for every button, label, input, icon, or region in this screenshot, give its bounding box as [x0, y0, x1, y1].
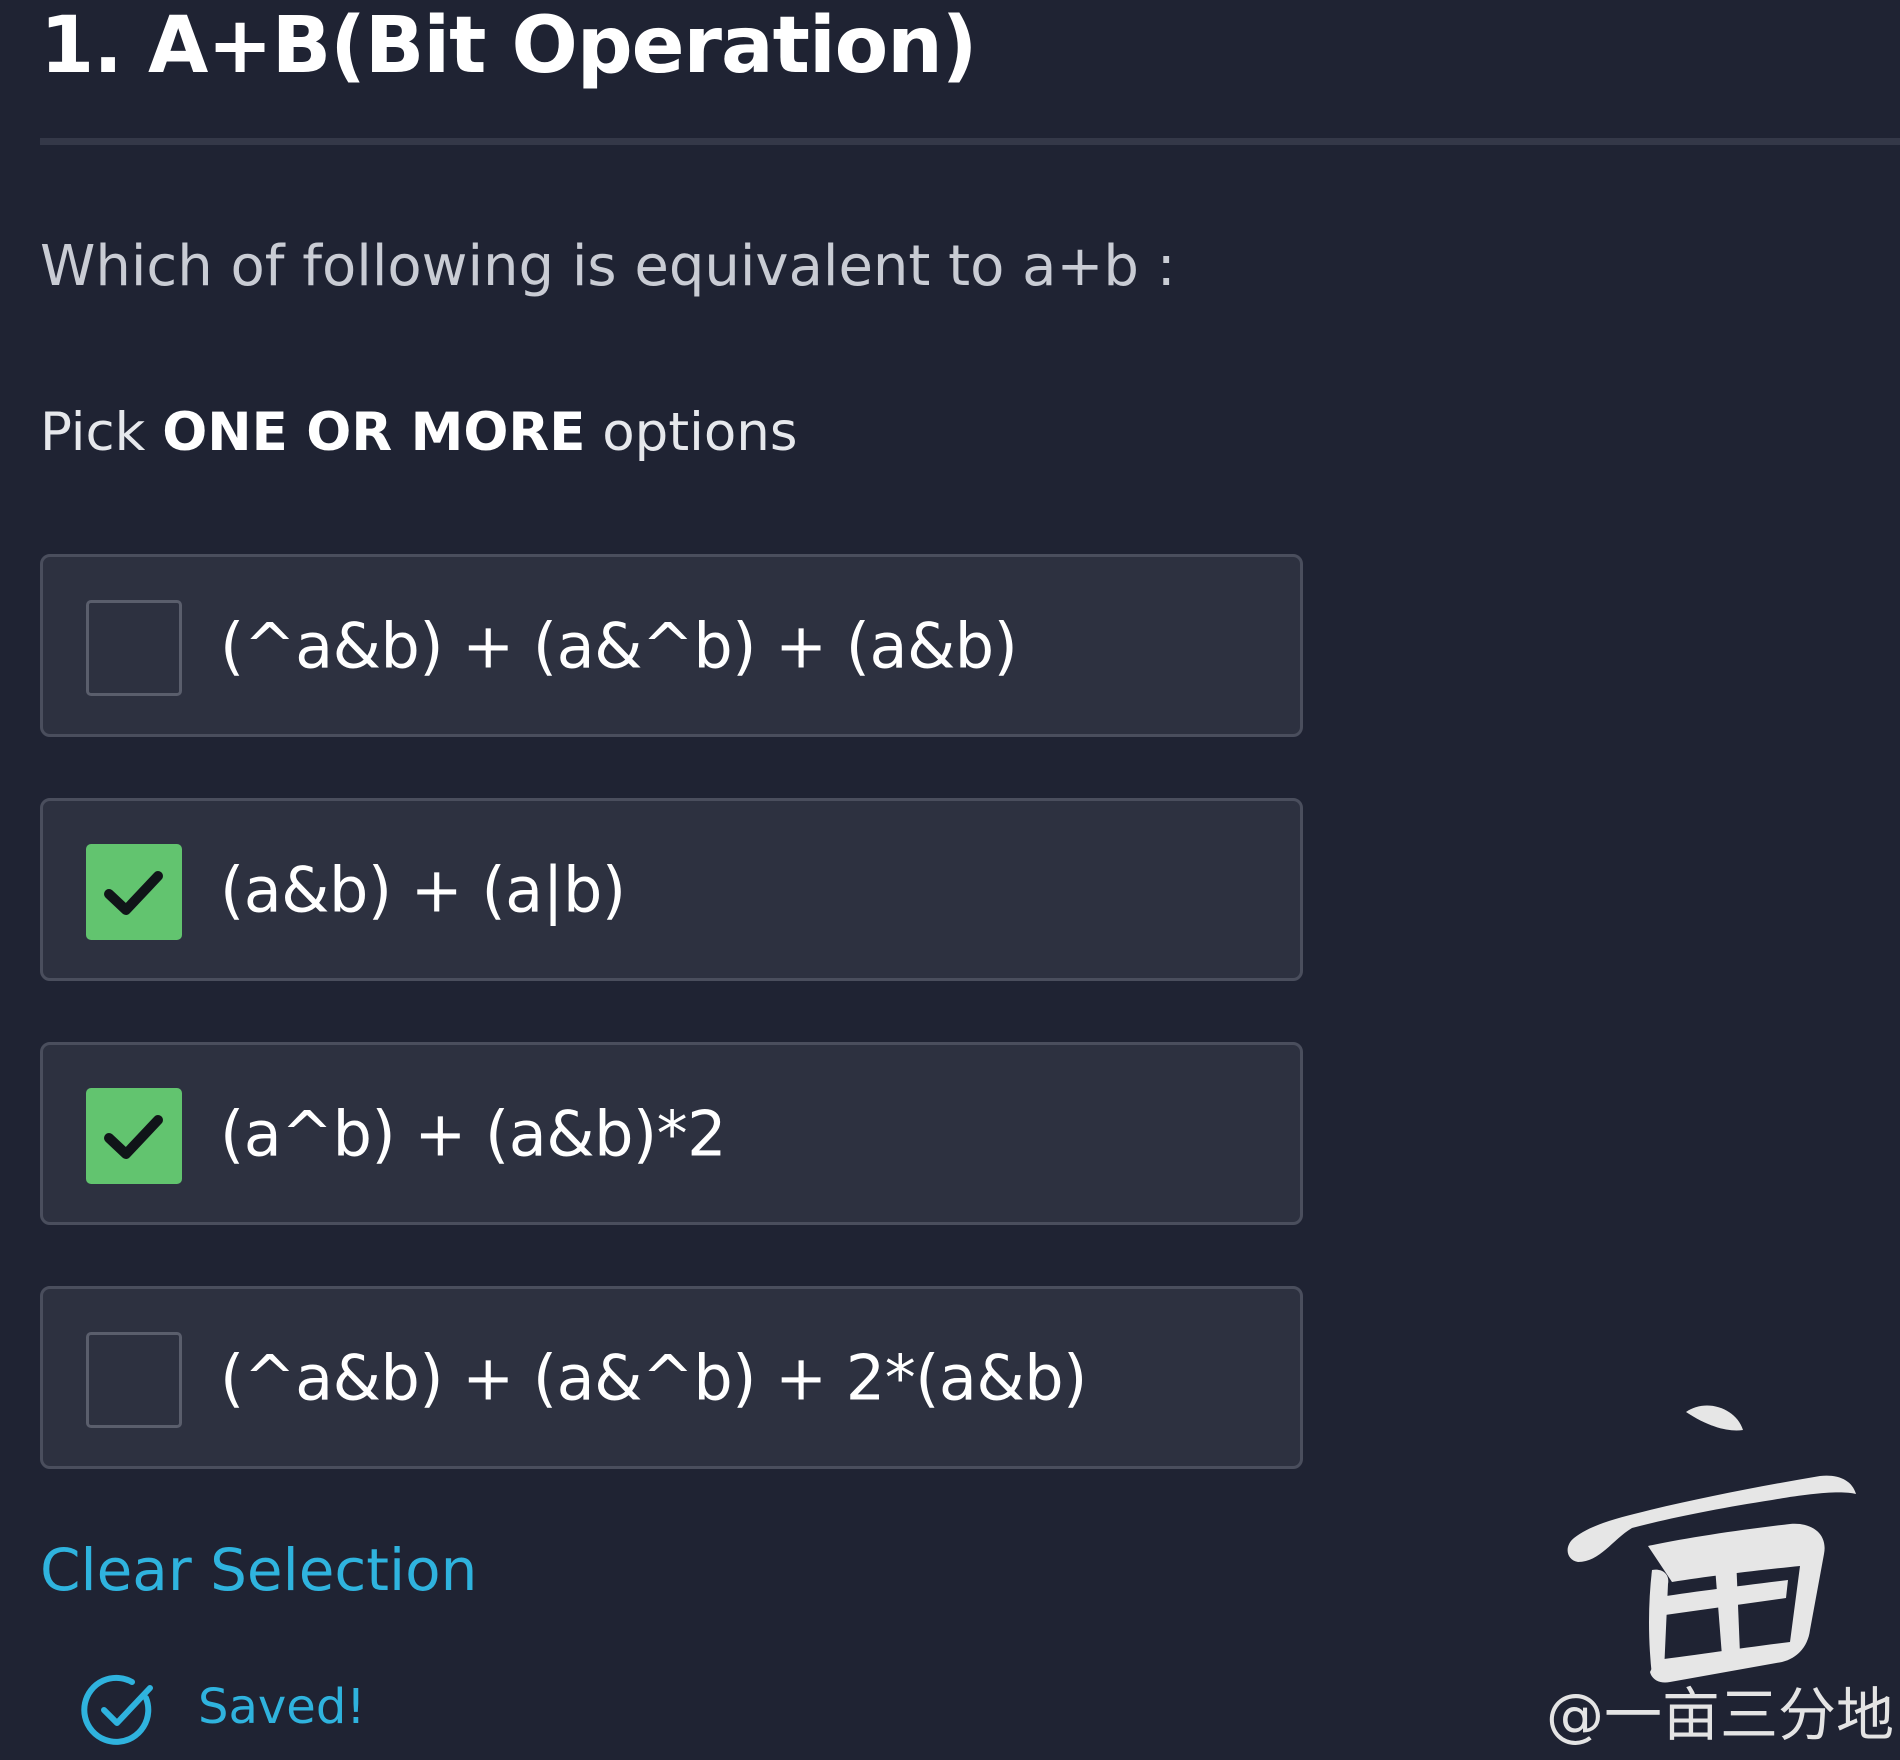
- option-2-checkbox[interactable]: [86, 844, 182, 940]
- option-2-label: (a&b) + (a|b): [220, 853, 626, 926]
- option-3-label: (a^b) + (a&b)*2: [220, 1097, 727, 1170]
- option-2[interactable]: (a&b) + (a|b): [40, 798, 1303, 981]
- question-prompt: Which of following is equivalent to a+b …: [40, 234, 1176, 299]
- instruction-emphasis: ONE OR MORE: [162, 402, 586, 463]
- question-title: 1. A+B(Bit Operation): [40, 1, 977, 91]
- clear-selection-link[interactable]: Clear Selection: [40, 1535, 477, 1605]
- checkmark-icon: [104, 871, 163, 915]
- watermark-logo-icon: [1567, 1405, 1856, 1683]
- option-1[interactable]: (^a&b) + (a&^b) + (a&b): [40, 554, 1303, 737]
- option-3-checkbox[interactable]: [86, 1088, 182, 1184]
- check-circle-icon: [81, 1674, 153, 1745]
- instruction: Pick ONE OR MORE options: [40, 398, 797, 468]
- option-1-label: (^a&b) + (a&^b) + (a&b): [220, 609, 1018, 682]
- instruction-suffix: options: [585, 402, 798, 463]
- option-4-label: (^a&b) + (a&^b) + 2*(a&b): [220, 1341, 1087, 1414]
- option-3[interactable]: (a^b) + (a&b)*2: [40, 1042, 1303, 1225]
- option-1-checkbox[interactable]: [86, 600, 182, 696]
- instruction-prefix: Pick: [40, 402, 163, 463]
- option-4[interactable]: (^a&b) + (a&^b) + 2*(a&b): [40, 1286, 1303, 1469]
- option-4-checkbox[interactable]: [86, 1332, 182, 1428]
- divider: [40, 138, 1900, 145]
- checkmark-icon: [104, 1115, 163, 1159]
- saved-status: Saved!: [198, 1679, 366, 1735]
- watermark-text: @一亩三分地: [1546, 1681, 1895, 1749]
